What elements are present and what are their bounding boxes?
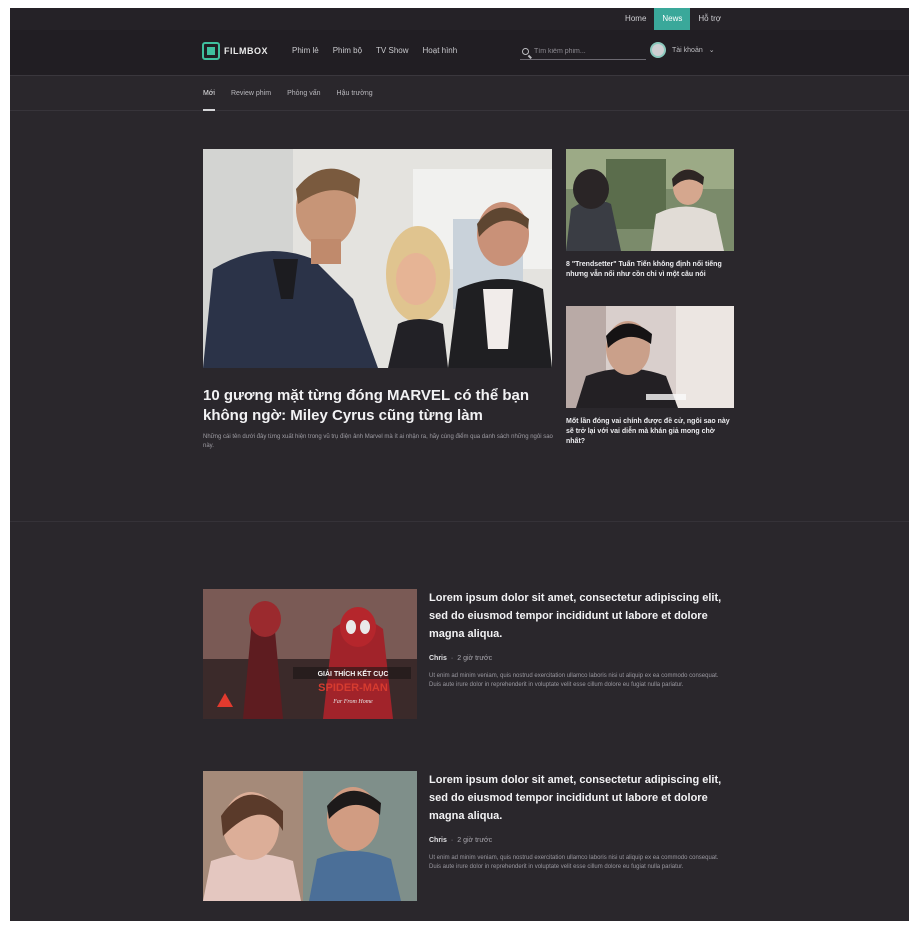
- side-article[interactable]: 8 "Trendsetter" Tuấn Tiến không định nổi…: [566, 149, 734, 280]
- subnav-item-behind[interactable]: Hậu trường: [337, 77, 373, 111]
- article-image[interactable]: [203, 771, 417, 901]
- site-logo[interactable]: FILMBOX: [202, 42, 268, 60]
- side-article-image[interactable]: [566, 306, 734, 408]
- main-nav: Phim lẻ Phim bộ TV Show Hoạt hình: [292, 46, 457, 55]
- chevron-down-icon: ⌄: [708, 47, 715, 54]
- side-article[interactable]: Mốt lần đóng vai chính được đề cử, ngôi …: [566, 306, 734, 447]
- article-excerpt: Ut enim ad minim veniam, quis nostrud ex…: [429, 673, 719, 688]
- svg-text:SPIDER-MAN: SPIDER-MAN: [318, 682, 388, 694]
- util-link-support[interactable]: Hỗ trợ: [690, 8, 729, 30]
- article-meta: Chris · 2 giờ trước: [429, 837, 729, 844]
- search-icon[interactable]: [522, 48, 529, 55]
- logo-text: FILMBOX: [224, 46, 268, 56]
- side-article-title[interactable]: 8 "Trendsetter" Tuấn Tiến không định nổi…: [566, 260, 734, 280]
- site-header: FILMBOX Phim lẻ Phim bộ TV Show Hoạt hìn…: [10, 30, 909, 76]
- sub-nav-items: Mới Review phim Phỏng vấn Hậu trường: [203, 77, 373, 111]
- article-title[interactable]: Lorem ipsum dolor sit amet, consectetur …: [429, 771, 729, 825]
- article-author[interactable]: Chris: [429, 837, 447, 844]
- article-time: 2 giờ trước: [457, 837, 493, 844]
- article-time: 2 giờ trước: [457, 655, 493, 662]
- nav-item-movies[interactable]: Phim lẻ: [292, 46, 319, 55]
- article-body: Lorem ipsum dolor sit amet, consectetur …: [429, 771, 729, 872]
- article-meta: Chris · 2 giờ trước: [429, 655, 729, 662]
- article-title[interactable]: Lorem ipsum dolor sit amet, consectetur …: [429, 589, 729, 643]
- nav-item-animation[interactable]: Hoạt hình: [423, 46, 458, 55]
- logo-icon: [202, 42, 220, 60]
- utility-bar: Home News Hỗ trợ: [10, 8, 909, 30]
- nav-item-series[interactable]: Phim bộ: [333, 46, 362, 55]
- article-author[interactable]: Chris: [429, 655, 447, 662]
- search-box: [520, 44, 646, 60]
- section-divider: [10, 521, 909, 522]
- util-link-home[interactable]: Home: [617, 8, 654, 30]
- user-menu[interactable]: Tài khoản ⌄: [650, 42, 715, 58]
- hero-description: Những cái tên dưới đây từng xuất hiện tr…: [203, 434, 553, 449]
- util-link-news[interactable]: News: [654, 8, 691, 30]
- article-body: Lorem ipsum dolor sit amet, consectetur …: [429, 589, 729, 690]
- article-excerpt: Ut enim ad minim veniam, quis nostrud ex…: [429, 855, 719, 870]
- side-article-image[interactable]: [566, 149, 734, 251]
- hero-image[interactable]: [203, 149, 552, 368]
- article-image[interactable]: GIẢI THÍCH KẾT CỤC SPIDER-MAN Far From H…: [203, 589, 417, 719]
- svg-text:Far From Home: Far From Home: [332, 699, 373, 705]
- meta-separator: ·: [450, 655, 454, 662]
- subnav-item-review[interactable]: Review phim: [231, 77, 271, 111]
- user-name: Tài khoản: [672, 46, 703, 54]
- nav-item-tvshow[interactable]: TV Show: [376, 46, 408, 55]
- utility-links: Home News Hỗ trợ: [617, 8, 729, 30]
- sub-nav: Mới Review phim Phỏng vấn Hậu trường: [10, 77, 909, 111]
- search-input[interactable]: [534, 48, 634, 55]
- meta-separator: ·: [450, 837, 454, 844]
- avatar[interactable]: [650, 42, 666, 58]
- subnav-item-interview[interactable]: Phỏng vấn: [287, 77, 320, 111]
- subnav-item-new[interactable]: Mới: [203, 77, 215, 111]
- page-frame: Home News Hỗ trợ FILMBOX Phim lẻ Phim bộ…: [10, 8, 909, 921]
- side-article-title[interactable]: Mốt lần đóng vai chính được đề cử, ngôi …: [566, 417, 734, 447]
- hero-title[interactable]: 10 gương mặt từng đóng MARVEL có thể bạn…: [203, 386, 563, 426]
